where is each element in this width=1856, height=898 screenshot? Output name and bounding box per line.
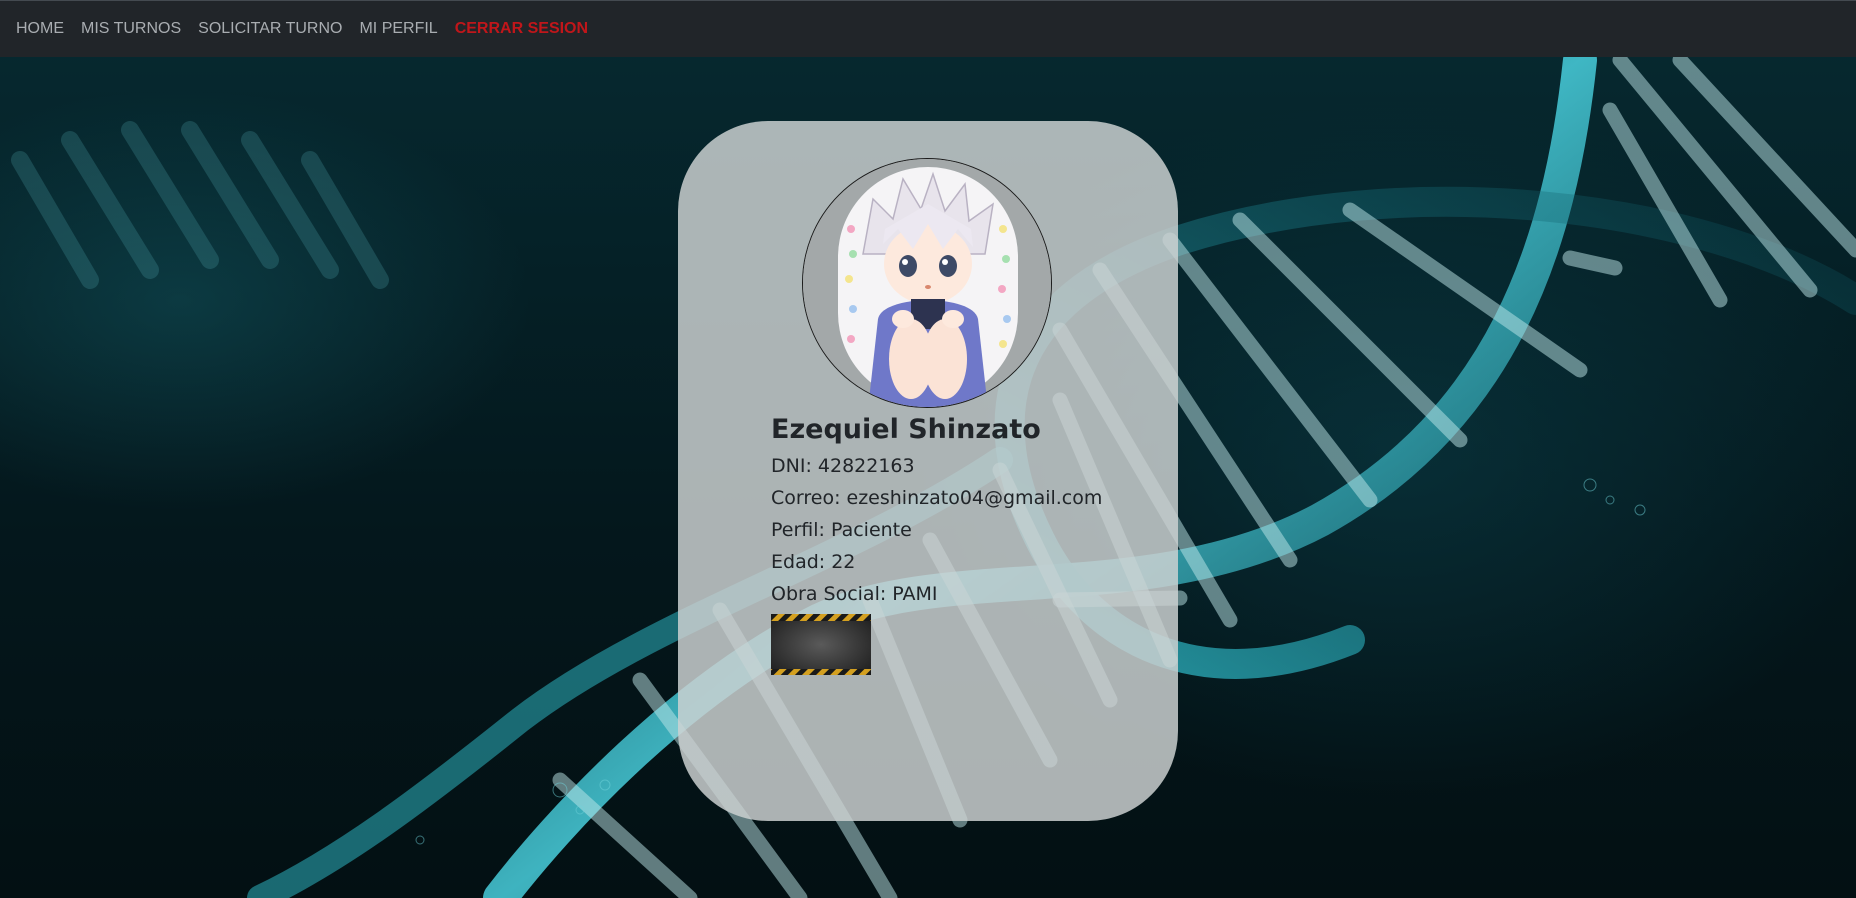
nav-mis-turnos-link[interactable]: MIS TURNOS bbox=[81, 20, 181, 38]
profile-type: Perfil: Paciente bbox=[771, 519, 912, 541]
profile-age: Edad: 22 bbox=[771, 551, 856, 573]
profile-health-insurance: Obra Social: PAMI bbox=[771, 583, 938, 605]
profile-dni: DNI: 42822163 bbox=[771, 455, 915, 477]
profile-avatar bbox=[802, 158, 1052, 408]
nav-mi-perfil-link[interactable]: MI PERFIL bbox=[359, 20, 437, 38]
anime-avatar-picture bbox=[803, 159, 1051, 407]
top-navbar: HOME MIS TURNOS SOLICITAR TURNO MI PERFI… bbox=[0, 0, 1856, 57]
nav-cerrar-sesion-link[interactable]: CERRAR SESION bbox=[455, 20, 588, 38]
profile-name: Ezequiel Shinzato bbox=[771, 414, 1041, 445]
profile-info: Ezequiel Shinzato DNI: 42822163 Correo: … bbox=[771, 410, 1102, 610]
obra-social-image bbox=[771, 614, 871, 675]
nav-solicitar-turno-link[interactable]: SOLICITAR TURNO bbox=[198, 20, 342, 38]
profile-email: Correo: ezeshinzato04@gmail.com bbox=[771, 487, 1103, 509]
nav-home-link[interactable]: HOME bbox=[16, 20, 64, 38]
